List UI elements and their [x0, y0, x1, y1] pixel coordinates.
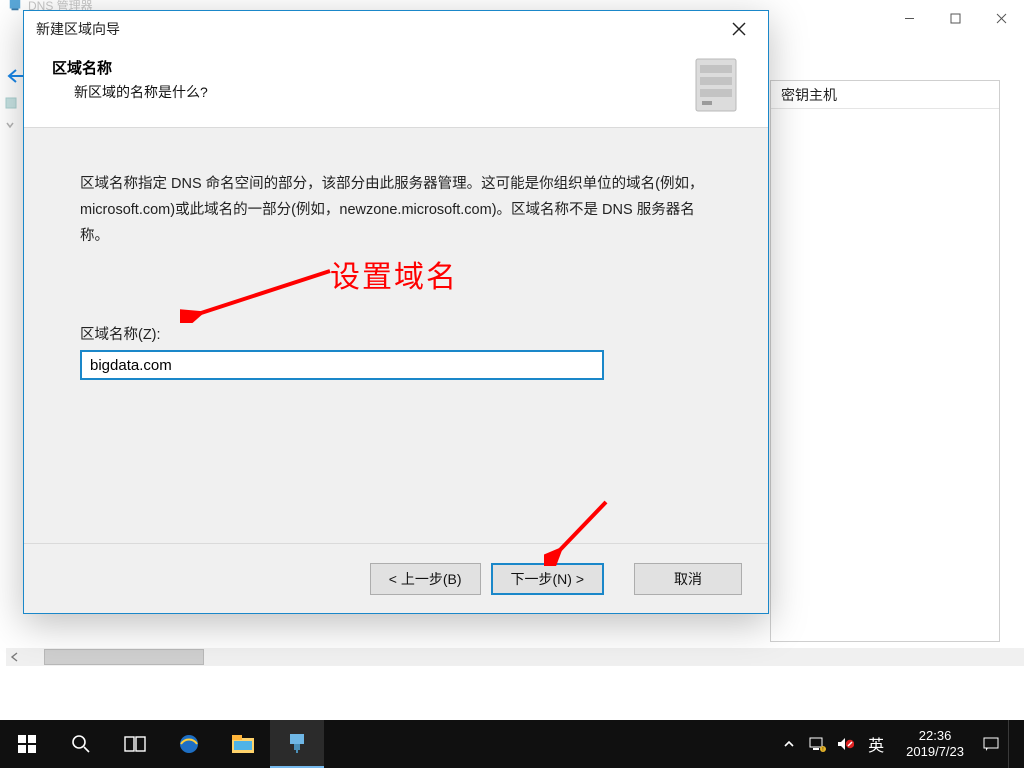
taskbar: ! 英 22:36 2019/7/23 [0, 720, 1024, 768]
parent-minimize-button[interactable] [886, 2, 932, 34]
server-icon [688, 55, 744, 115]
taskbar-clock[interactable]: 22:36 2019/7/23 [896, 728, 974, 759]
action-center-icon[interactable] [980, 720, 1002, 768]
taskbar-date: 2019/7/23 [906, 744, 964, 760]
new-zone-wizard-dialog: 新建区域向导 区域名称 新区域的名称是什么? 区域名称指定 DNS 命名空间的部… [23, 10, 769, 614]
dialog-body: 区域名称指定 DNS 命名空间的部分，该部分由此服务器管理。这可能是你组织单位的… [24, 127, 768, 543]
dialog-header-title: 区域名称 [52, 57, 684, 78]
tree-icons [4, 96, 18, 140]
tray-network-icon[interactable]: ! [806, 720, 828, 768]
taskbar-search-button[interactable] [54, 720, 108, 768]
task-view-button[interactable] [108, 720, 162, 768]
parent-close-button[interactable] [978, 2, 1024, 34]
dialog-close-button[interactable] [716, 11, 762, 47]
dialog-header-subtitle: 新区域的名称是什么? [52, 82, 684, 102]
taskbar-app-explorer[interactable] [216, 720, 270, 768]
start-button[interactable] [0, 720, 54, 768]
scrollbar-thumb[interactable] [44, 649, 204, 665]
back-button[interactable]: < 上一步(B) [370, 563, 481, 595]
zone-name-label: 区域名称(Z): [80, 323, 712, 344]
parent-window-controls [886, 2, 1024, 34]
parent-titlebar: DNS 管理器 [2, 0, 1024, 10]
next-button[interactable]: 下一步(N) > [491, 563, 605, 595]
taskbar-app-dns[interactable] [270, 720, 324, 768]
parent-maximize-button[interactable] [932, 2, 978, 34]
taskbar-time: 22:36 [906, 728, 964, 744]
tray-chevron-up-icon[interactable] [778, 720, 800, 768]
list-columns[interactable]: 密钥主机 [771, 81, 999, 109]
taskbar-app-ie[interactable] [162, 720, 216, 768]
ime-indicator[interactable]: 英 [862, 732, 890, 756]
zone-name-input[interactable] [80, 350, 604, 380]
zone-name-description: 区域名称指定 DNS 命名空间的部分，该部分由此服务器管理。这可能是你组织单位的… [80, 172, 712, 249]
column-key-hosts[interactable]: 密钥主机 [771, 85, 837, 105]
toolbar-back-icon[interactable] [6, 68, 24, 87]
horizontal-scrollbar[interactable] [6, 648, 1024, 666]
dns-icon [8, 0, 22, 12]
svg-text:!: ! [822, 747, 823, 752]
tree-chevron-icon [4, 119, 18, 134]
right-list-pane: 密钥主机 [770, 80, 1000, 642]
cancel-button[interactable]: 取消 [634, 563, 742, 595]
dialog-header: 区域名称 新区域的名称是什么? [24, 47, 768, 131]
tree-node-icon [4, 96, 18, 113]
show-desktop-button[interactable] [1008, 720, 1016, 768]
dialog-titlebar[interactable]: 新建区域向导 [24, 11, 768, 47]
dialog-title: 新建区域向导 [36, 19, 716, 39]
dialog-footer: < 上一步(B) 下一步(N) > 取消 [24, 543, 768, 613]
tray-volume-icon[interactable] [834, 720, 856, 768]
